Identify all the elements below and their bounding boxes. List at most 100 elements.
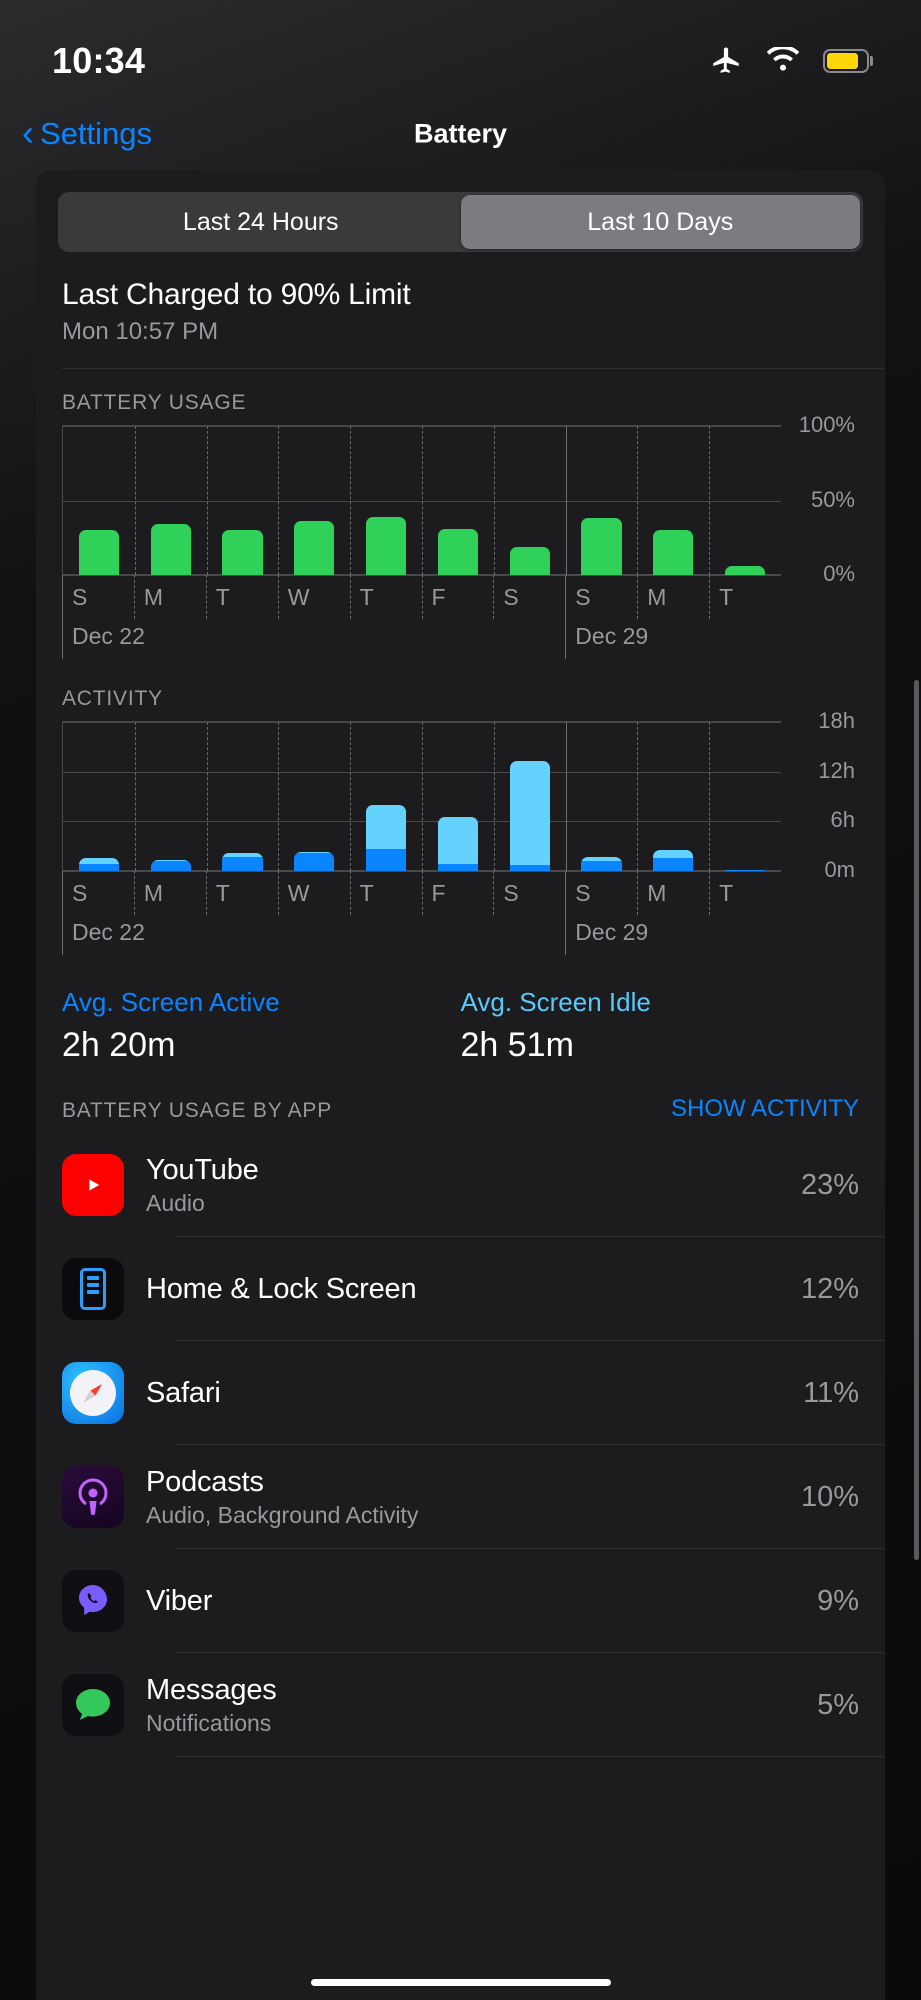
activity-day-label: F [431,879,446,906]
activity-label: ACTIVITY [62,687,163,710]
app-name: YouTube [146,1153,259,1186]
scrollbar[interactable] [914,680,919,1560]
activity-bar [222,852,263,871]
battery-usage-bar-cell[interactable] [709,426,781,575]
battery-usage-y-tick: 0% [823,561,855,586]
activity-day-label: M [143,879,164,906]
activity-bar-cell[interactable] [709,722,781,871]
app-text-block: Podcasts Audio, Background Activity [146,1466,789,1529]
app-usage-row[interactable]: Messages Notifications 5% [36,1653,885,1757]
activity-bar-active-segment [294,852,335,871]
activity-bar-active-segment [365,849,407,871]
activity-bar-cell[interactable] [135,722,207,871]
avg-screen-active: Avg. Screen Active 2h 20m [62,987,461,1065]
viber-icon [62,1570,124,1632]
app-text-block: Viber [146,1585,805,1618]
battery-usage-bar-cell[interactable] [566,426,638,575]
app-subtitle: Audio, Background Activity [146,1501,419,1528]
battery-usage-bar-cell[interactable] [494,426,566,575]
phone-screen: 10:34 ‹ Settings Battery Last 24 Hours L… [0,0,921,2000]
battery-usage-day-label: F [431,583,446,610]
airplane-mode-icon [713,47,739,73]
activity-bar-active-segment [437,864,478,871]
activity-day-vline [277,871,279,915]
activity-bar-cell[interactable] [350,722,422,871]
battery-usage-bar-cell[interactable] [207,426,279,575]
app-battery-percent: 10% [800,1480,859,1513]
activity-bar-idle-segment [653,850,694,858]
battery-usage-y-tick: 100% [798,412,855,437]
podcasts-icon [62,1466,124,1528]
youtube-icon [62,1154,124,1216]
divider [62,368,885,369]
activity-day-label: W [287,879,310,906]
activity-y-tick: 6h [830,807,855,833]
battery-usage-day-label: T [215,583,230,610]
app-usage-row[interactable]: Safari 11% [36,1341,885,1445]
navigation-bar: ‹ Settings Battery [0,100,921,168]
battery-usage-week-axis: Dec 22 Dec 29 [62,575,781,665]
app-usage-row[interactable]: YouTube Audio 23% [36,1133,885,1237]
activity-bar-cell[interactable] [422,722,494,871]
home-indicator[interactable] [310,1979,611,1986]
page-title: Battery [413,118,508,149]
activity-bar-cell[interactable] [566,722,638,871]
time-range-segmented-control[interactable]: Last 24 Hours Last 10 Days [58,192,863,252]
app-usage-row[interactable]: Podcasts Audio, Background Activity 10% [36,1445,885,1549]
battery-usage-bar-cell[interactable] [422,426,494,575]
activity-y-tick: 12h [818,757,855,783]
app-text-block: YouTube Audio [146,1154,789,1217]
activity-bar [294,851,335,871]
activity-bar-cell[interactable] [278,722,350,871]
activity-bar-cell[interactable] [494,722,566,871]
battery-usage-bars [63,426,781,575]
activity-y-axis: 0m 6h 12h 18h [781,708,859,882]
show-activity-button[interactable]: SHOW ACTIVITY [671,1095,859,1123]
avg-screen-idle-label: Avg. Screen Idle [460,987,651,1017]
activity-week-axis: Dec 22 Dec 29 [62,871,781,961]
battery-usage-week-label: Dec 22 [72,623,145,649]
app-text-block: Messages Notifications [146,1674,805,1737]
app-usage-row[interactable]: Viber 9% [36,1549,885,1653]
activity-bar [653,850,694,871]
app-usage-row[interactable]: Home & Lock Screen 12% [36,1237,885,1341]
activity-bar-cell[interactable] [63,722,135,871]
app-name: Viber [146,1584,213,1617]
battery-usage-bar [78,530,119,575]
safari-icon [62,1362,124,1424]
battery-usage-day-label: M [143,583,164,610]
activity-bar [150,860,191,871]
activity-bar [509,760,550,871]
battery-usage-bar-cell[interactable] [278,426,350,575]
avg-screen-active-label: Avg. Screen Active [62,987,280,1017]
battery-usage-bar-cell[interactable] [637,426,709,575]
battery-usage-day-vline [709,575,711,619]
activity-bar-idle-segment [509,760,550,866]
activity-day-vline [205,871,207,915]
battery-usage-bar [437,528,478,575]
battery-usage-bar-cell[interactable] [63,426,135,575]
avg-screen-idle: Avg. Screen Idle 2h 51m [461,987,860,1065]
battery-usage-chart[interactable]: 0% 50% 100% [62,412,859,586]
activity-bar-cell[interactable] [637,722,709,871]
activity-bar-idle-segment [365,804,407,850]
battery-usage-bar [509,546,550,575]
activity-chart[interactable]: 0m 6h 12h 18h [62,708,859,882]
battery-usage-bar-cell[interactable] [350,426,422,575]
activity-bar-cell[interactable] [207,722,279,871]
segment-last-10-days[interactable]: Last 10 Days [460,195,860,249]
battery-usage-bar-cell[interactable] [135,426,207,575]
app-text-block: Safari [146,1377,791,1410]
segment-last-24-hours[interactable]: Last 24 Hours [61,195,461,249]
last-charged-subtitle: Mon 10:57 PM [62,318,219,345]
battery-usage-chart-block: BATTERY USAGE 0% 50% 100% S M T W T F S S M T Dec 2… [36,391,885,665]
activity-day-vline [493,871,495,915]
last-charged-title: Last Charged to 90% Limit [62,278,411,311]
battery-usage-bar [365,516,407,575]
app-name: Safari [146,1376,221,1409]
app-subtitle: Notifications [146,1709,272,1736]
activity-bar [365,804,407,871]
battery-usage-day-vline [277,575,279,619]
activity-day-label: S [72,879,88,906]
battery-usage-day-vline [637,575,639,619]
